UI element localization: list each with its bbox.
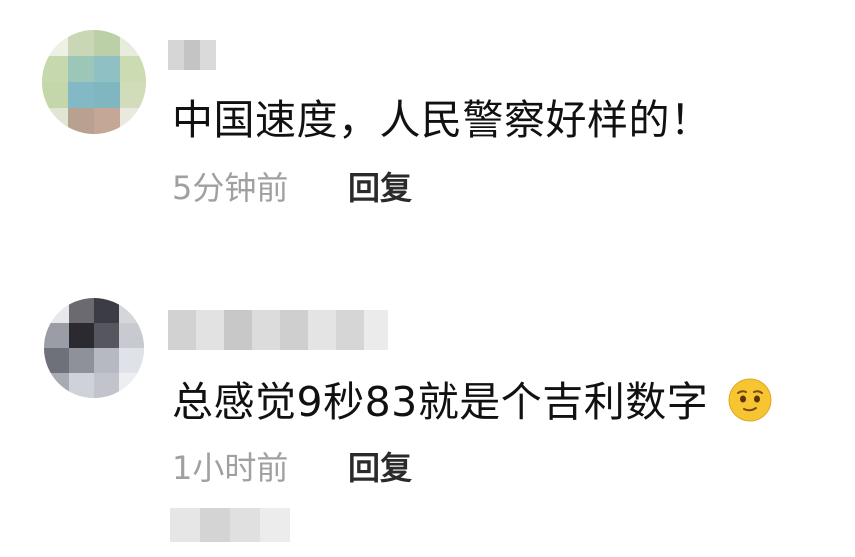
comment-text-body: 总感觉9秒83就是个吉利数字 <box>172 378 709 426</box>
reply-button[interactable]: 回复 <box>348 452 412 484</box>
comment-text: 总感觉9秒83就是个吉利数字 <box>172 378 772 423</box>
comment-time: 1小时前 <box>172 449 289 487</box>
comment-meta: 1小时前 <box>172 452 288 484</box>
blurred-reply-preview <box>170 508 290 542</box>
smirk-face-emoji-icon <box>728 378 772 422</box>
avatar[interactable] <box>44 298 144 398</box>
username-blurred[interactable] <box>168 310 388 350</box>
comment-item: 总感觉9秒83就是个吉利数字 1小时前 回复 <box>0 0 855 557</box>
